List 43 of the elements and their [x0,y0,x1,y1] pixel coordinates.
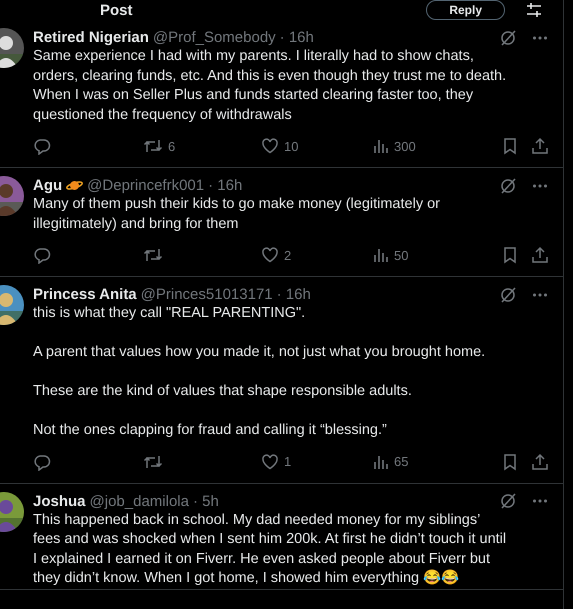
heart-icon[interactable] [261,137,279,155]
post-time[interactable]: · 16h [208,177,242,194]
author-name[interactable]: Joshua [33,492,86,510]
view-count: 300 [394,138,416,154]
post-time[interactable]: · 5h [192,492,219,510]
view-count: 65 [394,454,408,469]
repost-count: 6 [168,138,176,154]
reply-text: this is what they call "REAL PARENTING". A parent that values how you made it, not just what you brought home. These are the kind of values that shape responsible adults. Not the ones clapping for fraud and calling it “blessing.” [33,304,486,440]
post-time[interactable]: · 16h [280,29,314,46]
share-icon[interactable] [531,452,549,470]
slashed-circle-icon[interactable] [499,286,517,304]
reply-icon[interactable] [33,452,51,470]
slashed-circle-icon[interactable] [499,176,517,194]
slashed-circle-icon[interactable] [499,492,517,510]
author-handle[interactable]: @job_damilola [90,492,189,510]
author-name[interactable]: Agu [33,177,62,194]
reply-button[interactable]: Reply [426,0,505,20]
page-title: Post [100,2,133,18]
share-icon[interactable] [531,246,549,264]
like-count: 1 [284,454,292,469]
post-time[interactable]: · 16h [276,286,311,303]
like-count: 10 [284,138,298,154]
heart-icon[interactable] [261,246,279,264]
repost-icon[interactable] [143,246,163,264]
author-handle[interactable]: @Princes51013171 [140,286,273,303]
like-count: 2 [284,248,292,262]
reply-text: Many of them push their kids to go make money (legitimately or illegitimately) and bring for them [33,195,441,234]
reply-icon[interactable] [33,137,51,155]
reply-text: This happened back in school. My dad needed money for my siblings’ fees and was shocked when I sent him 200k. At first he didn’t touch it until I explained I earned it on Fiverr. He even asked people about Fiverr but they didn’t know. When I got home, I showed him everything 😂😂 [33,510,508,588]
sliders-icon[interactable] [525,1,543,19]
repost-icon[interactable] [143,137,163,155]
reply-icon[interactable] [33,246,51,264]
views-icon[interactable] [373,246,389,264]
slashed-circle-icon[interactable] [499,28,517,46]
author-name[interactable]: Retired Nigerian [33,29,149,46]
reply-text: Same experience I had with my parents. I literally had to show chats, orders, clearing funds, etc. And this is even though they trust me to death. When I was on Seller Plus and funds started clearing faster too, they questioned the frequency of withdrawals [33,47,508,124]
view-count: 50 [394,248,408,262]
views-icon[interactable] [373,137,389,155]
heart-icon[interactable] [261,452,279,470]
author-handle[interactable]: @Prof_Somebody [152,29,276,46]
author-handle[interactable]: @Deprincefrk001 [87,177,204,194]
author-name[interactable]: Princess Anita [33,286,137,303]
share-icon[interactable] [531,137,549,155]
